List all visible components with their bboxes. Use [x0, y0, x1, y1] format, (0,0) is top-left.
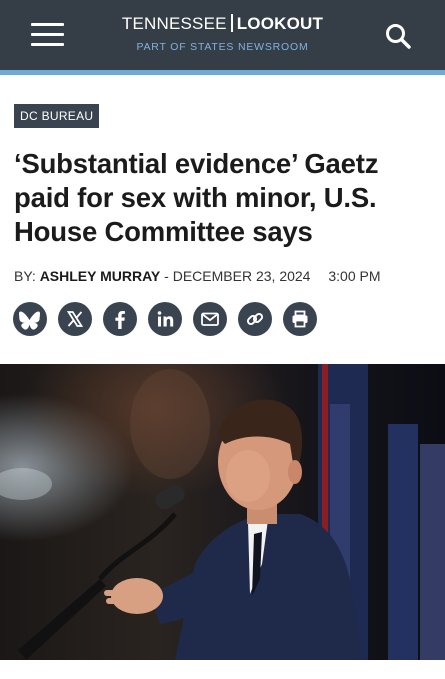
brand-name-left: TENNESSEE — [121, 14, 227, 33]
print-icon[interactable] — [283, 302, 317, 336]
byline-separator: - — [164, 268, 169, 284]
brand-tagline: PART OF STATES NEWSROOM — [136, 41, 309, 53]
facebook-icon[interactable] — [103, 302, 137, 336]
bluesky-icon[interactable] — [13, 302, 47, 336]
section-badge[interactable]: DC BUREAU — [14, 104, 100, 128]
speaker-photo-illustration — [0, 364, 445, 660]
author-link[interactable]: ASHLEY MURRAY — [40, 268, 161, 284]
site-header: TENNESSEE LOOKOUT PART OF STATES NEWSROOM — [0, 0, 445, 70]
brand-name-right: LOOKOUT — [236, 14, 324, 33]
article-headline: ‘Substantial evidence’ Gaetz paid for se… — [14, 148, 379, 247]
link-icon[interactable] — [238, 302, 272, 336]
hamburger-menu-icon[interactable] — [31, 22, 64, 48]
publish-date: DECEMBER 23, 2024 — [172, 268, 311, 284]
byline: BY: ASHLEY MURRAY - DECEMBER 23, 2024 3:… — [14, 266, 434, 286]
email-icon[interactable] — [193, 302, 227, 336]
by-label: BY: — [14, 268, 36, 284]
search-icon[interactable] — [384, 22, 412, 50]
linkedin-icon[interactable] — [148, 302, 182, 336]
site-logo[interactable]: TENNESSEE LOOKOUT PART OF STATES NEWSROOM — [110, 14, 335, 53]
header-accent-stripe — [0, 70, 445, 75]
x-icon[interactable] — [58, 302, 92, 336]
article-hero-photo — [0, 364, 445, 660]
publish-time: 3:00 PM — [328, 268, 381, 284]
